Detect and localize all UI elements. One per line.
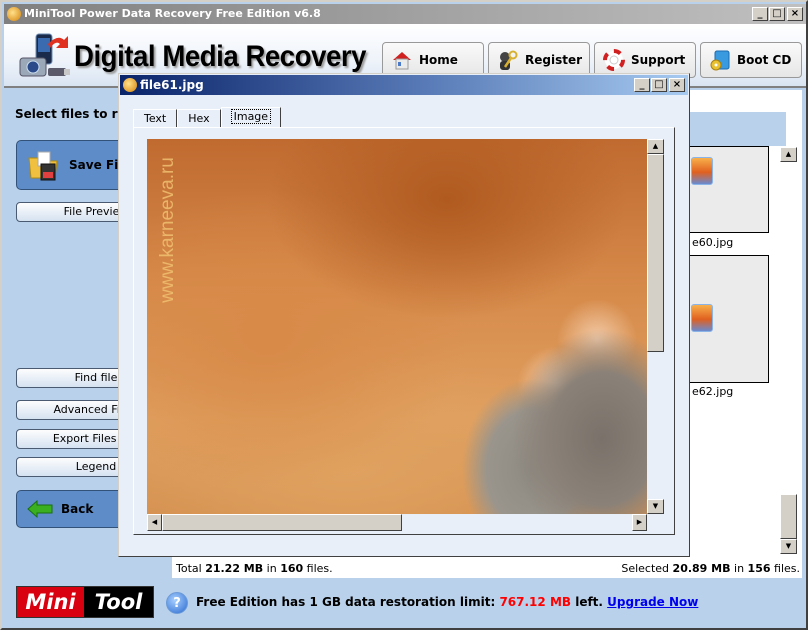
tab-text-label: Text bbox=[144, 112, 167, 125]
preview-tabs: Text Hex Image bbox=[133, 107, 282, 127]
save-folder-icon bbox=[28, 151, 58, 181]
tab-image[interactable]: Image bbox=[220, 107, 282, 127]
preview-maximize-button[interactable]: □ bbox=[651, 78, 667, 92]
total-count: 160 bbox=[280, 562, 304, 575]
lifebuoy-icon bbox=[603, 49, 625, 71]
total-mid: in bbox=[263, 562, 281, 575]
tab-image-label: Image bbox=[230, 109, 272, 124]
limit-suffix: left. bbox=[571, 595, 608, 609]
boot-cd-label: Boot CD bbox=[737, 53, 792, 67]
total-suffix: files. bbox=[303, 562, 333, 575]
register-label: Register bbox=[525, 53, 583, 67]
logo-mini: Mini bbox=[17, 587, 84, 617]
main-titlebar: MiniTool Power Data Recovery Free Editio… bbox=[4, 4, 806, 24]
home-icon bbox=[393, 52, 411, 70]
boot-cd-icon bbox=[710, 50, 730, 71]
scrollbar-thumb[interactable] bbox=[780, 494, 797, 539]
image-file-icon bbox=[691, 157, 713, 185]
selected-count: 156 bbox=[747, 562, 771, 575]
preview-titlebar[interactable]: file61.jpg _ □ × bbox=[120, 75, 688, 95]
preview-vscroll-thumb[interactable] bbox=[647, 154, 664, 352]
preview-image: www.karneeva.ru bbox=[147, 139, 647, 514]
scroll-up-button[interactable]: ▲ bbox=[780, 147, 797, 162]
app-icon bbox=[7, 7, 21, 21]
total-prefix: Total bbox=[176, 562, 206, 575]
back-arrow-icon bbox=[27, 500, 53, 518]
upgrade-now-link[interactable]: Upgrade Now bbox=[607, 595, 698, 609]
file-list-scrollbar[interactable]: ▲ ▼ bbox=[780, 147, 797, 554]
remaining-amount: 767.12 MB bbox=[499, 595, 572, 609]
restoration-limit-message: Free Edition has 1 GB data restoration l… bbox=[196, 595, 698, 609]
preview-scroll-up-button[interactable]: ▲ bbox=[647, 139, 664, 154]
footer: Mini Tool ? Free Edition has 1 GB data r… bbox=[4, 578, 806, 628]
app-icon bbox=[123, 78, 137, 92]
scroll-down-button[interactable]: ▼ bbox=[780, 539, 797, 554]
selected-size: 20.89 MB bbox=[672, 562, 731, 575]
preview-title: file61.jpg bbox=[140, 78, 204, 92]
limit-prefix: Free Edition has 1 GB data restoration l… bbox=[196, 595, 500, 609]
preview-scroll-down-button[interactable]: ▼ bbox=[647, 499, 664, 514]
selected-prefix: Selected bbox=[621, 562, 673, 575]
total-size: 21.22 MB bbox=[205, 562, 264, 575]
preview-minimize-button[interactable]: _ bbox=[634, 78, 650, 92]
minitool-logo[interactable]: Mini Tool bbox=[16, 586, 154, 618]
tab-hex[interactable]: Hex bbox=[177, 109, 221, 127]
key-icon bbox=[500, 50, 518, 70]
close-button[interactable]: × bbox=[787, 7, 803, 21]
home-label: Home bbox=[419, 53, 458, 67]
preview-scroll-right-button[interactable]: ▶ bbox=[632, 514, 647, 531]
product-title: Digital Media Recovery bbox=[74, 40, 367, 73]
window-title: MiniTool Power Data Recovery Free Editio… bbox=[24, 7, 321, 20]
preview-vertical-scrollbar[interactable]: ▲ ▼ bbox=[647, 139, 664, 514]
minimize-button[interactable]: _ bbox=[752, 7, 768, 21]
total-status: Total 21.22 MB in 160 files. bbox=[176, 561, 333, 577]
image-file-icon bbox=[691, 304, 713, 332]
selected-mid: in bbox=[730, 562, 748, 575]
selected-suffix: files. bbox=[770, 562, 800, 575]
tab-hex-label: Hex bbox=[188, 112, 210, 125]
boot-cd-button[interactable]: Boot CD bbox=[700, 42, 802, 78]
preview-close-button[interactable]: × bbox=[669, 78, 685, 92]
file-name-label[interactable]: e62.jpg bbox=[692, 385, 733, 398]
status-bar: Total 21.22 MB in 160 files. Selected 20… bbox=[172, 560, 802, 578]
preview-hscroll-thumb[interactable] bbox=[162, 514, 402, 531]
support-label: Support bbox=[631, 53, 686, 67]
preview-horizontal-scrollbar[interactable]: ◀ ▶ bbox=[147, 514, 647, 531]
file-preview-dialog: file61.jpg _ □ × Text Hex Image www.karn… bbox=[118, 73, 690, 557]
image-watermark: www.karneeva.ru bbox=[156, 157, 178, 303]
selected-status: Selected 20.89 MB in 156 files. bbox=[621, 561, 800, 577]
file-name-label[interactable]: e60.jpg bbox=[692, 236, 733, 249]
back-label: Back bbox=[61, 502, 94, 516]
maximize-button[interactable]: □ bbox=[769, 7, 785, 21]
logo-tool: Tool bbox=[84, 587, 153, 617]
tab-text[interactable]: Text bbox=[133, 109, 178, 127]
digital-media-logo-icon bbox=[19, 33, 70, 77]
help-icon[interactable]: ? bbox=[166, 592, 188, 614]
preview-scroll-left-button[interactable]: ◀ bbox=[147, 514, 162, 531]
